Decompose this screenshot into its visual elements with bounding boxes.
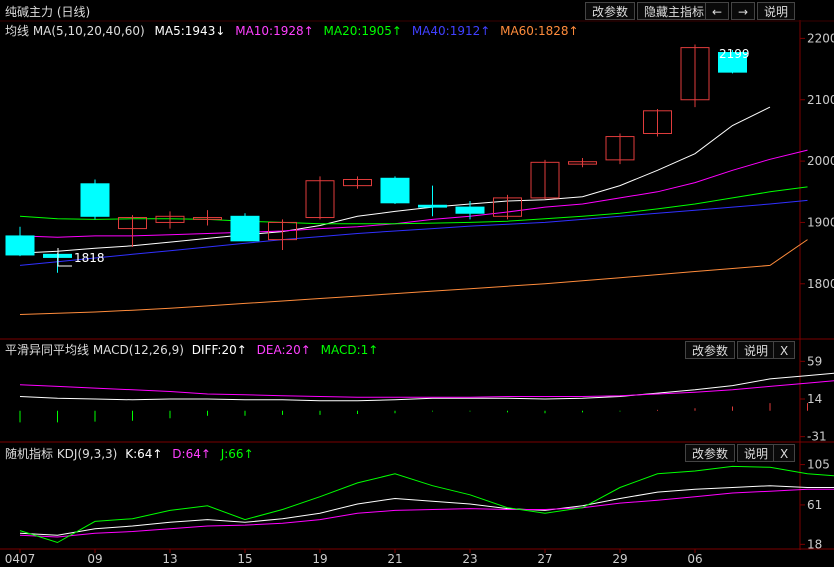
macd-header: 平滑异同平均线 MACD(12,26,9) DIFF:20↑ DEA:20↑ M… — [5, 341, 378, 358]
ma-line-ma10 — [19, 149, 808, 238]
macd-tick-label: 59 — [807, 354, 822, 368]
ma-header: 均线 MA(5,10,20,40,60) MA5:1943↓ MA10:1928… — [5, 22, 579, 39]
price-tick-label: 1800 — [807, 277, 834, 291]
macd-tick-label: 14 — [807, 392, 822, 406]
kdj-explain-button[interactable]: 说明 — [737, 444, 776, 462]
kdj-line-k — [19, 485, 834, 536]
kdj-label: 随机指标 KDJ(9,3,3) — [5, 447, 118, 461]
kdj-tick-label: 105 — [807, 458, 830, 472]
chart-title: 纯碱主力 (日线) — [5, 5, 91, 19]
price-plot — [5, 44, 808, 315]
macd-plot — [19, 372, 834, 423]
hide-indicator-button[interactable]: 隐藏主指标 — [637, 2, 712, 20]
price-tick-label: 1900 — [807, 215, 834, 229]
x-tick-label: 13 — [162, 552, 177, 566]
x-tick-label: 29 — [612, 552, 627, 566]
macd-label: 平滑异同平均线 MACD(12,26,9) — [5, 343, 184, 357]
x-tick-label: 19 — [312, 552, 327, 566]
dea-value: DEA:20↑ — [256, 343, 311, 357]
diff-value: DIFF:20↑ — [191, 343, 247, 357]
kdj-tick-label: 61 — [807, 498, 822, 512]
candle-body — [80, 183, 110, 217]
modify-params-button[interactable]: 改参数 — [585, 2, 636, 20]
candle-body — [380, 177, 410, 204]
candle-body — [418, 204, 447, 208]
ma60-value: MA60:1828↑ — [500, 24, 579, 38]
max-price-label: 2199 — [719, 47, 750, 61]
ma40-value: MA40:1912↑ — [411, 24, 491, 38]
price-tick-label: 2100 — [807, 93, 834, 107]
candle-body — [455, 206, 485, 214]
k-value: K:64↑ — [125, 447, 163, 461]
kdj-close-button[interactable]: X — [773, 444, 796, 462]
min-price-label: 1818 — [74, 251, 105, 265]
d-value: D:64↑ — [172, 447, 211, 461]
x-tick-label: 27 — [537, 552, 552, 566]
x-tick-label: 0407 — [5, 552, 36, 566]
macd-line-dea — [19, 380, 834, 398]
ma-label: 均线 MA(5,10,20,40,60) — [5, 24, 145, 38]
kdj-line-d — [19, 488, 834, 538]
macd-line-diff — [19, 372, 834, 402]
x-tick-label: 23 — [462, 552, 477, 566]
kdj-header: 随机指标 KDJ(9,3,3) K:64↑ D:64↑ J:66↑ — [5, 445, 254, 462]
macd-tick-label: -31 — [807, 430, 827, 444]
kdj-modify-params-button[interactable]: 改参数 — [685, 444, 736, 462]
macd-explain-button[interactable]: 说明 — [737, 341, 776, 359]
ma10-value: MA10:1928↑ — [235, 24, 314, 38]
arrow-left-icon[interactable]: ← — [705, 2, 729, 20]
ma-line-ma60 — [19, 239, 808, 315]
x-tick-label: 09 — [87, 552, 102, 566]
kdj-tick-label: 18 — [807, 537, 822, 551]
price-tick-label: 2200 — [807, 31, 834, 45]
macd-modify-params-button[interactable]: 改参数 — [685, 341, 736, 359]
ma20-value: MA20:1905↑ — [323, 24, 402, 38]
arrow-right-icon[interactable]: → — [731, 2, 755, 20]
explain-button[interactable]: 说明 — [757, 2, 796, 20]
x-tick-label: 06 — [687, 552, 702, 566]
price-tick-label: 2000 — [807, 154, 834, 168]
j-value: J:66↑ — [220, 447, 254, 461]
axis-labels: 1818 2199 2200 2100 2000 1900 1800 59 14 -31 105 61… — [5, 31, 834, 566]
candle-body — [5, 235, 35, 256]
x-tick-label: 21 — [387, 552, 402, 566]
plot-layer: 1818 2199 2200 2100 2000 1900 1800 59 14 -31 105 61… — [5, 31, 834, 566]
ma-line-ma20 — [19, 186, 808, 225]
ma-line-ma40 — [19, 199, 808, 266]
ma5-value: MA5:1943↓ — [154, 24, 226, 38]
kdj-plot — [19, 465, 834, 544]
macd-value: MACD:1↑ — [320, 343, 379, 357]
x-tick-label: 15 — [237, 552, 252, 566]
candle-body — [230, 215, 260, 242]
macd-close-button[interactable]: X — [773, 341, 796, 359]
